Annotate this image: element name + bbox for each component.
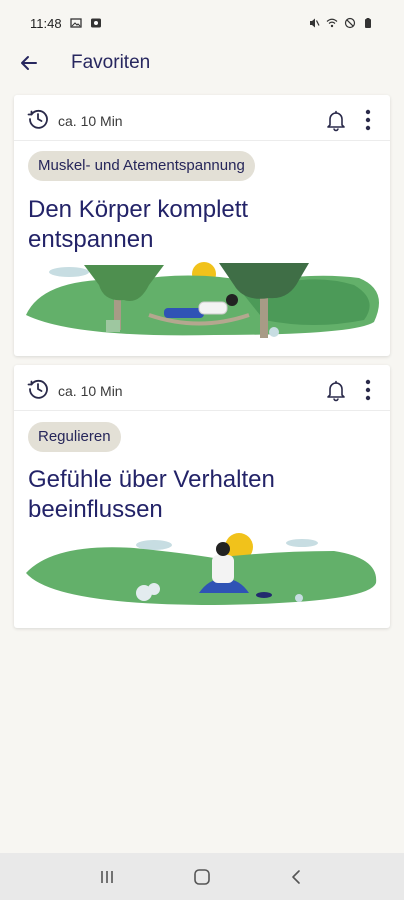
status-right <box>308 17 374 29</box>
back-icon <box>291 869 300 884</box>
clock-history-icon <box>27 379 48 399</box>
card-title-line: Den Körper komplett <box>28 196 249 223</box>
status-bar: 11:48 <box>0 0 404 46</box>
back-button[interactable] <box>14 48 44 78</box>
home-button[interactable] <box>187 862 217 892</box>
more-options-icon[interactable] <box>359 378 377 402</box>
recent-apps-icon <box>101 870 114 883</box>
card-header: ca. 10 Min <box>14 95 390 141</box>
system-nav-bar <box>0 853 404 900</box>
card-title-line: entspannen <box>28 226 154 253</box>
more-options-icon[interactable] <box>359 108 377 132</box>
no-signal-icon <box>344 17 356 29</box>
system-back-button[interactable] <box>282 862 312 892</box>
page-title: Favoriten <box>71 52 151 73</box>
clock-history-icon <box>27 109 48 129</box>
duration-label: ca. 10 Min <box>58 383 123 399</box>
image-notification-icon <box>69 18 82 28</box>
wifi-icon <box>326 18 338 28</box>
duration-label: ca. 10 Min <box>58 113 123 129</box>
card-header: ca. 10 Min <box>14 365 390 411</box>
hammock-illustration <box>26 262 379 338</box>
favorite-card[interactable]: ca. 10 Min Regulieren Gefühle über Verha… <box>14 365 390 628</box>
category-chip: Regulieren <box>28 422 121 452</box>
bell-icon[interactable] <box>324 108 348 132</box>
mute-icon <box>310 18 320 28</box>
card-title-line: Gefühle über Verhalten <box>28 466 275 493</box>
home-icon <box>194 868 210 885</box>
status-time: 11:48 <box>30 15 62 31</box>
arrow-left-icon <box>21 56 37 70</box>
media-notification-icon <box>90 18 101 28</box>
card-title: Gefühle über Verhalten beeinflussen <box>28 465 368 525</box>
app-bar: Favoriten <box>0 44 404 84</box>
card-title: Den Körper komplett entspannen <box>28 195 368 255</box>
recent-apps-button[interactable] <box>92 862 122 892</box>
category-chip: Muskel- und Atementspannung <box>28 151 255 181</box>
favorite-card[interactable]: ca. 10 Min Muskel- und Atementspannung D… <box>14 95 390 356</box>
card-title-line: beeinflussen <box>28 496 163 523</box>
status-left: 11:48 <box>30 16 102 31</box>
battery-icon <box>365 18 371 28</box>
bell-icon[interactable] <box>324 378 348 402</box>
meditation-illustration <box>26 533 377 605</box>
